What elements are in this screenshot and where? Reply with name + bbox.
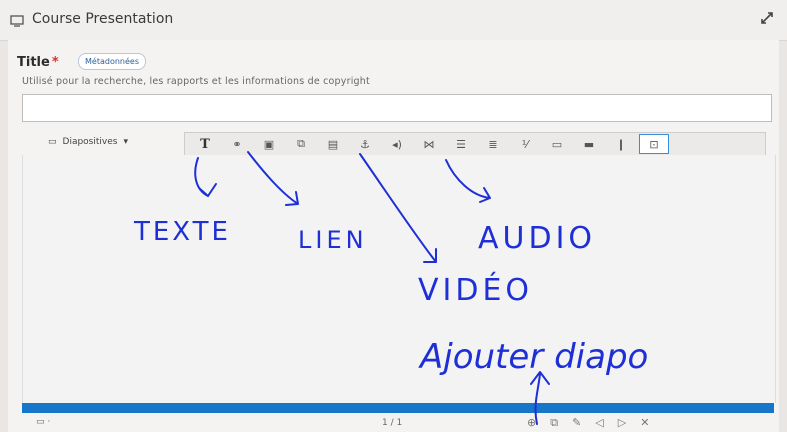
edit-slide-icon[interactable]: ✎ bbox=[572, 416, 581, 430]
shapes-icon: ⧉ bbox=[297, 137, 305, 150]
audio-button[interactable]: ◂) bbox=[383, 135, 411, 153]
slides-dropdown[interactable]: ▭ Diapositives ▾ bbox=[48, 137, 128, 147]
move-right-icon[interactable]: ▷ bbox=[618, 416, 626, 430]
slide-menu-icon[interactable]: ▭ · bbox=[36, 417, 50, 427]
anchor-icon: ⚓ bbox=[360, 137, 370, 151]
film-icon: ▤ bbox=[327, 137, 339, 151]
choice-button[interactable]: ≣ bbox=[479, 135, 507, 153]
choice-icon: ≣ bbox=[488, 137, 498, 151]
goto-slide-button[interactable]: ⊡ bbox=[639, 134, 669, 154]
image-button[interactable]: ▣ bbox=[255, 135, 283, 153]
title-help-text: Utilisé pour la recherche, les rapports … bbox=[22, 76, 370, 87]
text-button[interactable]: T bbox=[191, 135, 219, 153]
title-label-text: Title bbox=[17, 55, 50, 70]
goto-slide-icon: ⊡ bbox=[649, 137, 659, 151]
fullscreen-icon[interactable] bbox=[759, 10, 775, 30]
more-icon: ❙ bbox=[616, 137, 626, 151]
image-icon: ▣ bbox=[263, 137, 275, 151]
truefalse-icon: ⅟ bbox=[521, 137, 529, 151]
dialog-icon: ▭ bbox=[551, 137, 563, 151]
title-input[interactable] bbox=[22, 94, 772, 122]
slide-footer: ▭ · 1 / 1 ⊕ ⧉ ✎ ◁ ▷ ✕ bbox=[22, 413, 774, 432]
fill-blanks-icon: ⋈ bbox=[423, 137, 435, 151]
link-icon: ⚭ bbox=[232, 137, 242, 151]
dialog-button[interactable]: ▭ bbox=[543, 135, 571, 153]
list-icon: ☰ bbox=[456, 137, 466, 151]
page-indicator: 1 / 1 bbox=[382, 418, 403, 428]
list-button[interactable]: ☰ bbox=[447, 135, 475, 153]
fill-blanks-button[interactable]: ⋈ bbox=[415, 135, 443, 153]
clone-slide-icon[interactable]: ⧉ bbox=[550, 416, 558, 430]
link-button[interactable]: ⚭ bbox=[223, 135, 251, 153]
move-left-icon[interactable]: ◁ bbox=[595, 416, 603, 430]
video-button[interactable]: ▤ bbox=[319, 135, 347, 153]
new-slide-icon[interactable]: ⊕ bbox=[527, 416, 536, 430]
chevron-down-icon: ▾ bbox=[123, 137, 128, 147]
delete-slide-icon[interactable]: ✕ bbox=[640, 416, 649, 430]
slides-dropdown-label: Diapositives bbox=[62, 137, 118, 147]
summary-icon: ▬ bbox=[583, 137, 595, 151]
anchor-button[interactable]: ⚓ bbox=[351, 135, 379, 153]
slides-icon: ▭ bbox=[48, 137, 57, 147]
element-toolbar: T ⚭ ▣ ⧉ ▤ ⚓ ◂) ⋈ ☰ ≣ ⅟ ▭ ▬ ❙ ⊡ bbox=[184, 132, 766, 156]
title-field-label: Title * bbox=[17, 55, 59, 70]
summary-button[interactable]: ▬ bbox=[575, 135, 603, 153]
required-marker: * bbox=[51, 55, 59, 70]
speaker-icon: ◂) bbox=[392, 137, 402, 151]
slide-canvas[interactable] bbox=[22, 155, 776, 403]
editor-header: Course Presentation bbox=[0, 0, 787, 41]
slide-progress-bar[interactable] bbox=[22, 403, 774, 413]
metadata-button[interactable]: Métadonnées bbox=[78, 53, 146, 70]
shape-button[interactable]: ⧉ bbox=[287, 135, 315, 153]
monitor-icon bbox=[10, 12, 24, 31]
content-type-title: Course Presentation bbox=[32, 11, 174, 27]
more-button[interactable]: ❙ bbox=[607, 135, 635, 153]
truefalse-button[interactable]: ⅟ bbox=[511, 135, 539, 153]
